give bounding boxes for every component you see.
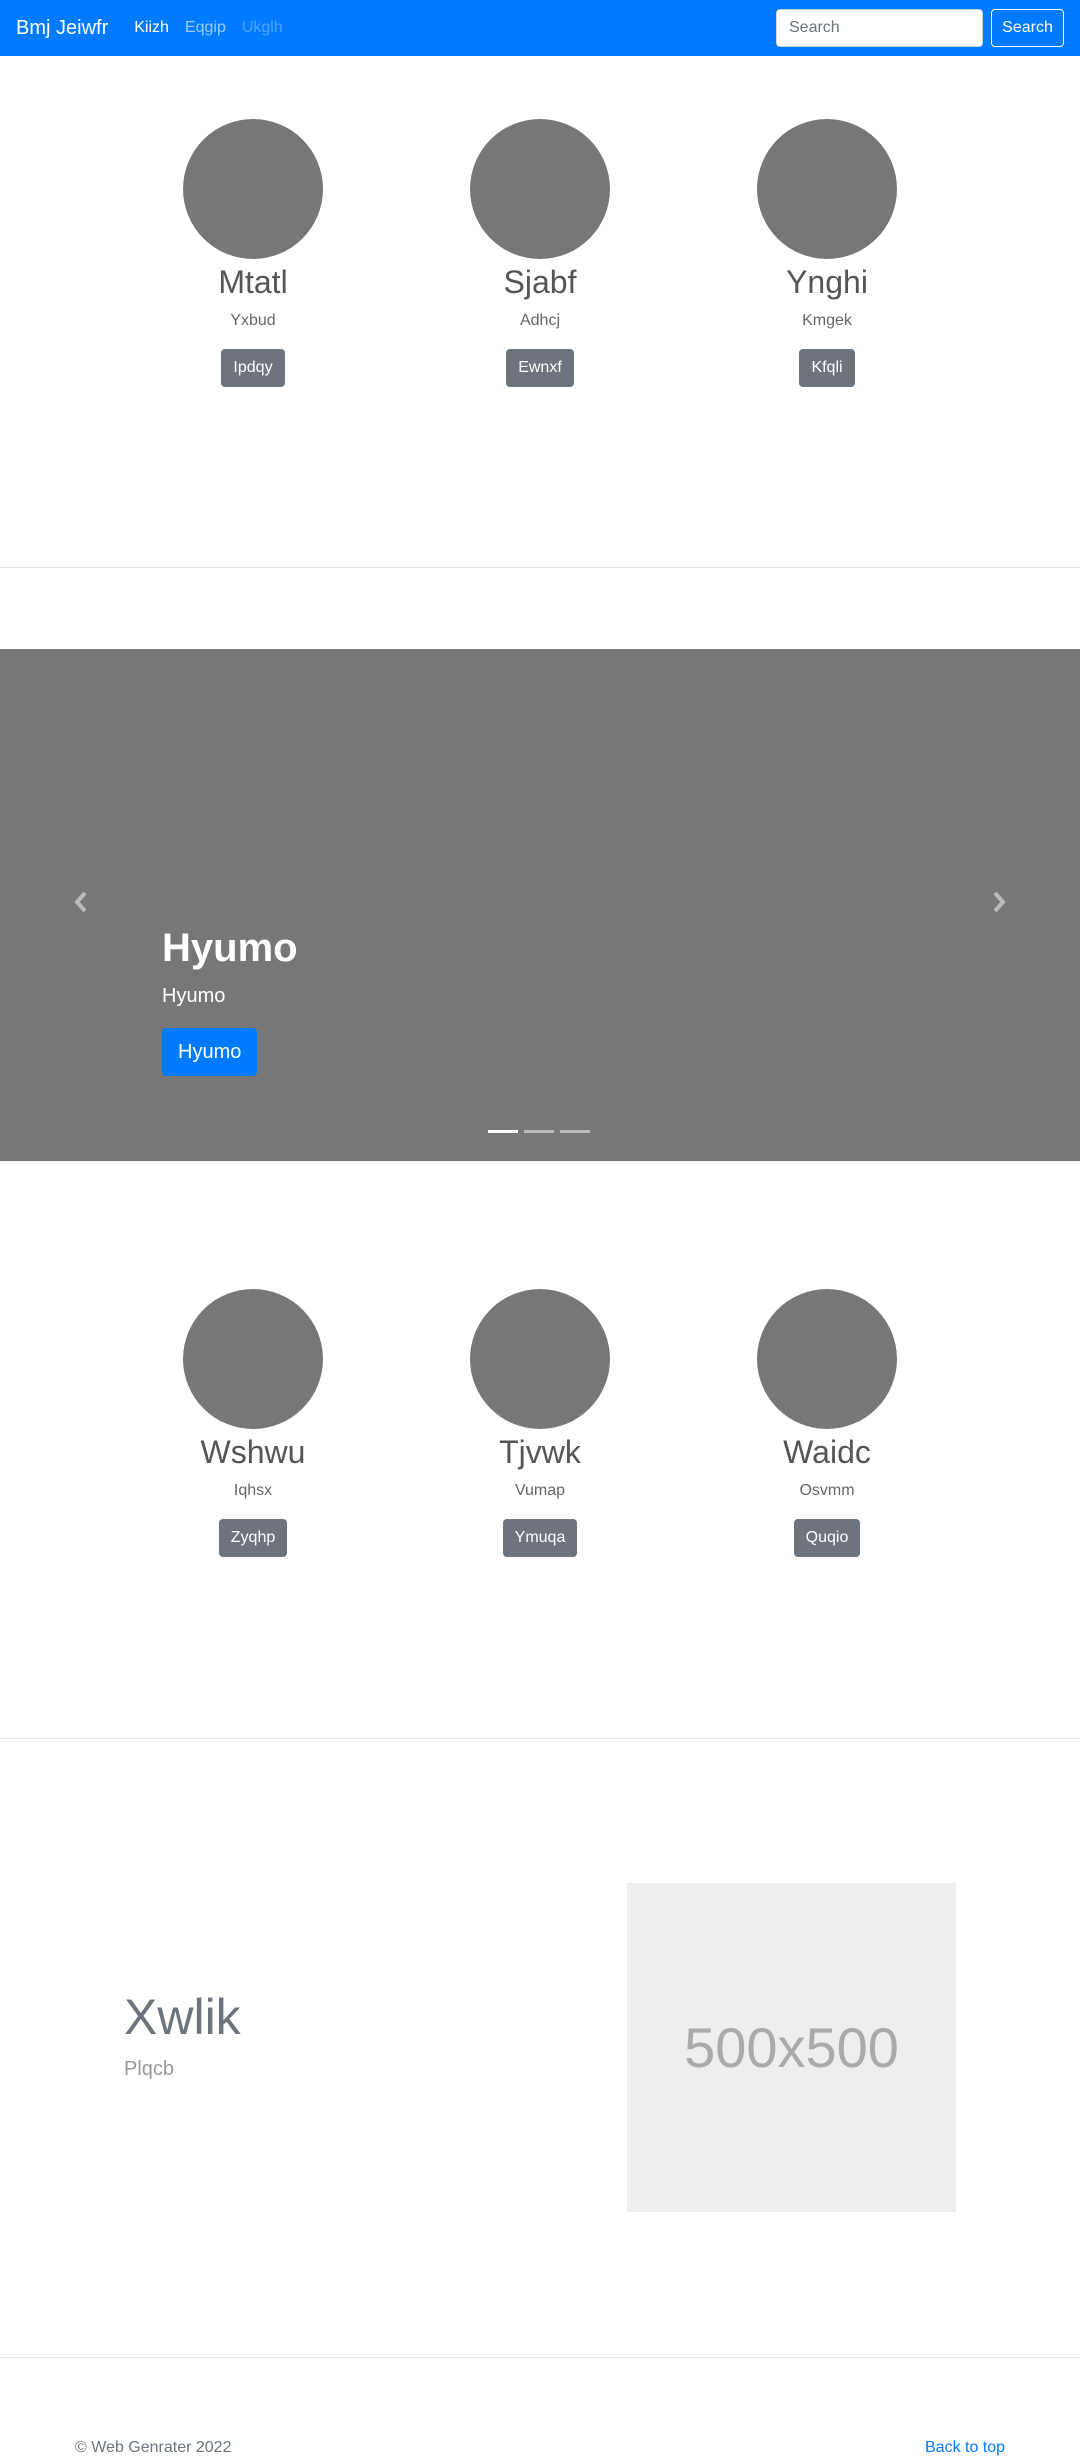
carousel: Hyumo Hyumo Hyumo [0,649,1080,1161]
column-text: Vumap [514,1482,566,1499]
avatar-placeholder [470,1289,610,1429]
marketing-column: Tjvwk Vumap Ymuqa [390,1289,690,1557]
navbar: Bmj Jeiwfr Kiizh Eqgip Ukglh Search [0,0,1080,56]
column-text: Iqhsx [233,1482,273,1499]
marketing-column: Sjabf Adhcj Ewnxf [390,119,690,387]
footer-copyright: © Web Genrater 2022 [75,2439,232,2456]
carousel-indicators [488,1130,590,1133]
carousel-button[interactable]: Hyumo [162,1028,258,1076]
carousel-caption: Hyumo Hyumo Hyumo [162,924,298,1076]
navbar-brand[interactable]: Bmj Jeiwfr [16,17,108,40]
column-button[interactable]: Kfqli [799,349,855,387]
carousel-prev-icon[interactable] [66,887,96,917]
search-button[interactable]: Search [991,9,1064,47]
featurette-heading: Xwlik [124,1989,241,2045]
carousel-indicator[interactable] [488,1130,518,1133]
column-text: Osvmm [799,1482,855,1499]
nav-link-2[interactable]: Eqgip [185,19,226,37]
column-button[interactable]: Ewnxf [506,349,574,387]
column-text: Adhcj [519,312,561,329]
column-button[interactable]: Ymuqa [502,1519,578,1557]
marketing-column: Ynghi Kmgek Kfqli [677,119,977,387]
image-size-label: 500x500 [684,2016,899,2079]
column-text: Kmgek [802,312,852,329]
avatar-placeholder [183,1289,323,1429]
marketing-column: Wshwu Iqhsx Zyqhp [103,1289,403,1557]
featurette-lead: Plqcb [124,2058,175,2080]
featurette-image-placeholder: 500x500 [627,1883,956,2212]
avatar-placeholder [757,1289,897,1429]
column-button[interactable]: Ipdqy [221,349,285,387]
carousel-heading: Hyumo [162,926,298,970]
back-to-top-link[interactable]: Back to top [925,2439,1005,2457]
carousel-text: Hyumo [162,985,226,1007]
column-heading: Ynghi [786,264,868,300]
column-heading: Waidc [783,1434,871,1470]
column-button[interactable]: Quqio [793,1519,861,1557]
marketing-column: Mtatl Yxbud Ipdqy [103,119,403,387]
divider [0,1738,1080,1739]
divider [0,2357,1080,2358]
carousel-next-icon[interactable] [984,887,1014,917]
column-heading: Wshwu [200,1434,306,1470]
column-heading: Sjabf [503,264,577,300]
column-heading: Mtatl [218,264,288,300]
nav-link-3: Ukglh [241,19,283,36]
column-heading: Tjvwk [499,1434,581,1470]
marketing-column: Waidc Osvmm Quqio [677,1289,977,1557]
divider [0,567,1080,568]
nav-link-1[interactable]: Kiizh [134,19,169,37]
column-button[interactable]: Zyqhp [218,1519,288,1557]
carousel-indicator[interactable] [560,1130,590,1133]
avatar-placeholder [470,119,610,259]
column-text: Yxbud [230,312,276,329]
carousel-indicator[interactable] [524,1130,554,1133]
avatar-placeholder [757,119,897,259]
avatar-placeholder [183,119,323,259]
search-input[interactable] [776,9,983,47]
